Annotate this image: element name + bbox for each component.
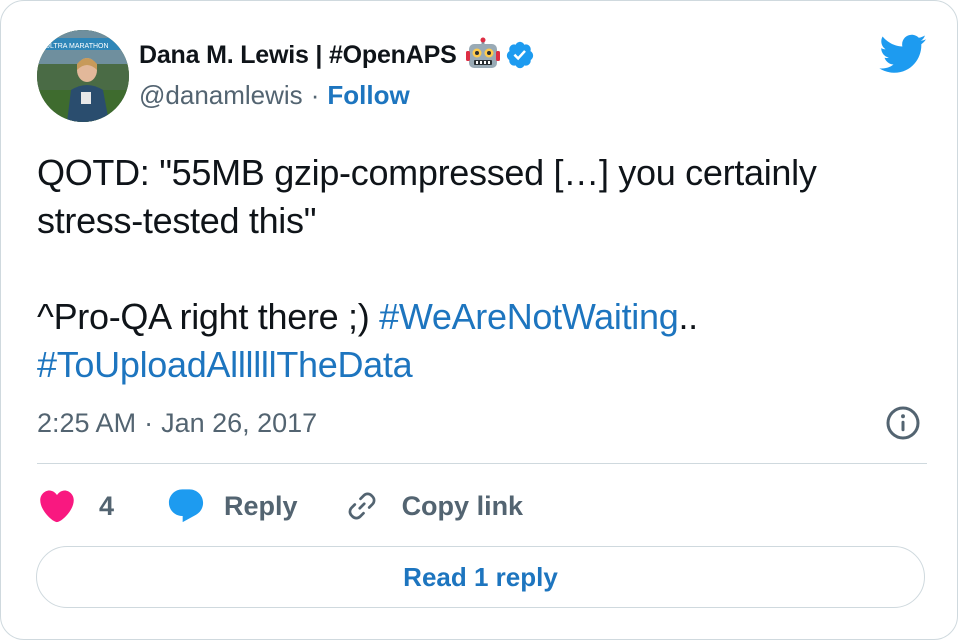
read-replies-button[interactable]: Read 1 reply	[36, 546, 925, 608]
twitter-bird-icon[interactable]	[877, 33, 927, 75]
timestamp-row[interactable]: 2:25 AM · Jan 26, 2017	[37, 403, 317, 443]
reply-bubble-icon	[168, 489, 204, 523]
author-name[interactable]: Dana M. Lewis | #OpenAPS	[139, 41, 457, 70]
hashtag-link[interactable]: #ToUploadAllllllTheData	[37, 344, 413, 385]
tweet-text: QOTD: "55MB gzip-compressed […] you cert…	[37, 149, 917, 389]
tweet-card: ULTRA MARATHON Dana M. Lewis | #OpenAPS	[0, 0, 958, 640]
reply-label: Reply	[224, 490, 298, 521]
like-button[interactable]: 4	[37, 486, 114, 526]
author-name-row: Dana M. Lewis | #OpenAPS	[139, 37, 535, 73]
info-icon[interactable]	[885, 405, 921, 441]
handle-separator: ·	[310, 79, 320, 110]
follow-button[interactable]: Follow	[327, 80, 409, 111]
tweet-line-2: stress-tested this"	[37, 200, 317, 241]
verified-badge-icon	[506, 41, 533, 69]
read-replies-label: Read 1 reply	[403, 561, 558, 592]
action-bar: 4 Reply Copy link	[37, 483, 523, 529]
reply-button[interactable]: Reply	[166, 486, 298, 526]
avatar-banner-text: ULTRA MARATHON	[45, 43, 109, 50]
copy-link-button[interactable]: Copy link	[344, 488, 524, 524]
avatar[interactable]: ULTRA MARATHON	[37, 30, 129, 122]
avatar-photo: ULTRA MARATHON	[37, 30, 129, 122]
heart-icon	[40, 490, 74, 523]
author-handle[interactable]: @danamlewis	[139, 80, 303, 111]
tweet-time[interactable]: 2:25 AM	[37, 408, 136, 439]
handle-row: @danamlewis · Follow	[139, 78, 410, 112]
tweet-line-3-suffix: ..	[678, 296, 698, 337]
hashtag-link[interactable]: #WeAreNotWaiting	[379, 296, 679, 337]
copy-link-label: Copy link	[401, 490, 524, 521]
divider	[37, 463, 927, 464]
robot-emoji-icon	[465, 37, 500, 68]
timestamp-separator: ·	[144, 407, 154, 438]
link-icon	[348, 492, 375, 520]
tweet-line-3-prefix: ^Pro-QA right there ;)	[37, 296, 380, 337]
tweet-line-1: QOTD: "55MB gzip-compressed […] you cert…	[37, 152, 817, 193]
tweet-date[interactable]: Jan 26, 2017	[161, 408, 317, 439]
like-count: 4	[99, 490, 115, 521]
